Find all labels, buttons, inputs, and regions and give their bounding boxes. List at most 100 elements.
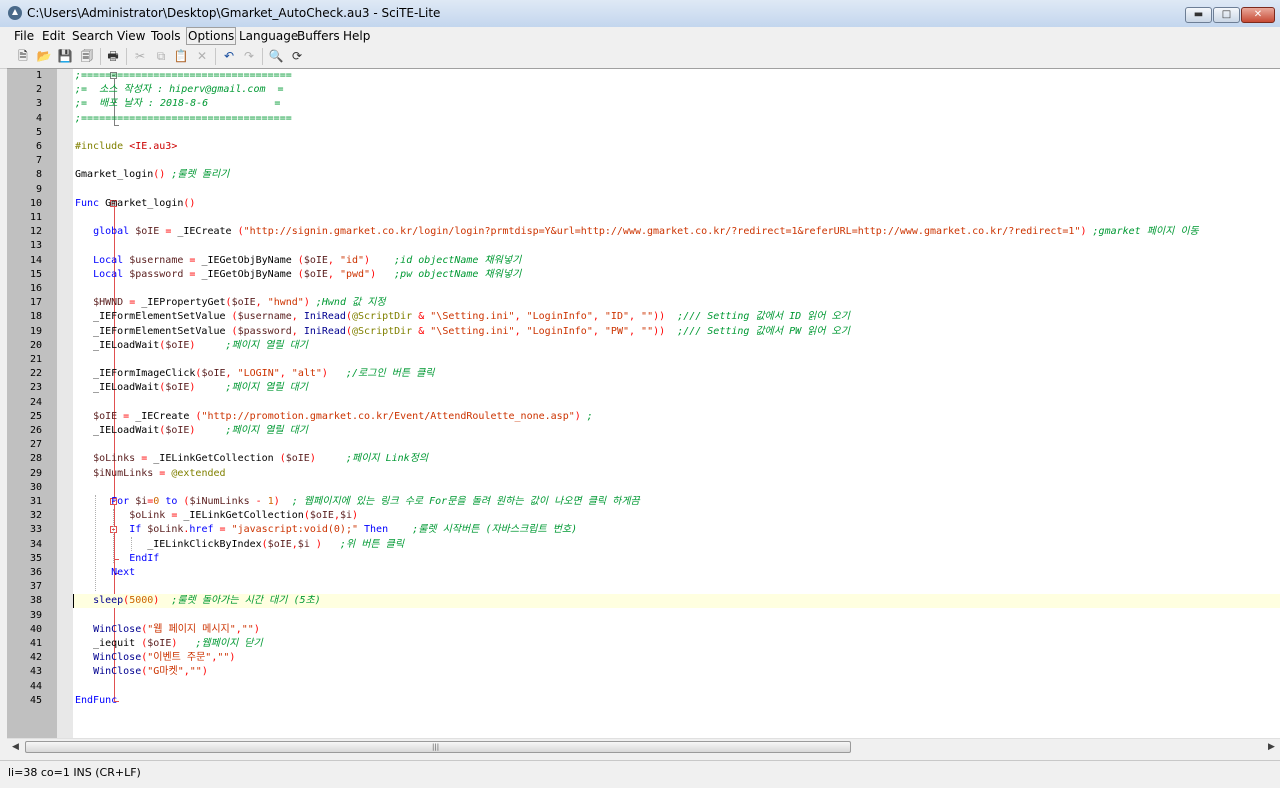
code-line[interactable]: ;=================================== (73, 112, 1280, 126)
code-line[interactable]: Gmarket_login() ;룰렛 돌리기 (73, 168, 1280, 182)
find-icon[interactable]: 🔍 (268, 48, 284, 64)
code-token: "id" (339, 254, 365, 266)
code-line[interactable]: _iequit ($oIE) ;웹페이지 닫기 (73, 637, 1280, 651)
code-token: $oIE (267, 538, 292, 550)
code-line[interactable]: $HWND = _IEPropertyGet($oIE, "hwnd") ;Hw… (73, 296, 1280, 310)
code-line[interactable] (73, 239, 1280, 253)
fold-margin[interactable] (57, 69, 119, 739)
code-line[interactable]: _IEFormElementSetValue ($username, IniRe… (73, 310, 1280, 324)
code-token: $oIE (165, 339, 190, 351)
code-token: ;= 배포 날자 : 2018-8-6 = (75, 98, 281, 110)
code-line[interactable]: Func Gmarket_login() (73, 197, 1280, 211)
line-number-margin[interactable]: 1 2 3 4 5 6 7 8 9 10 11 12 13 14 15 16 17 18 19 20 21 22 23 24 2… (7, 69, 57, 739)
code-token: _IEFormImageClick (75, 368, 196, 380)
print-icon[interactable]: 🖶 (105, 48, 121, 64)
code-token: , (629, 311, 642, 323)
code-line[interactable]: #include <IE.au3> (73, 140, 1280, 154)
code-line[interactable]: $iNumLinks = @extended (73, 467, 1280, 481)
code-line[interactable]: $oIE = _IECreate ("http://promotion.gmar… (73, 410, 1280, 424)
code-line[interactable]: Local $password = _IEGetObjByName ($oIE,… (73, 268, 1280, 282)
delete-icon[interactable]: ✕ (194, 48, 210, 64)
code-line[interactable]: ;= 소스 작성자 : hiperv@gmail.com = (73, 83, 1280, 97)
code-line[interactable] (73, 580, 1280, 594)
code-line[interactable]: $oLink = _IELinkGetCollection($oIE,$i) (73, 509, 1280, 523)
code-text: sleep(5000) ;룰렛 돌아가는 시간 대기 (5초) (75, 594, 321, 608)
code-line[interactable]: EndFunc (73, 694, 1280, 708)
cut-icon[interactable]: ✂ (132, 48, 148, 64)
close-button[interactable]: ✕ (1241, 7, 1275, 23)
minimize-button[interactable]: ▬ (1185, 7, 1212, 23)
code-line[interactable]: _IELoadWait($oIE) ;페이지 열릴 대기 (73, 339, 1280, 353)
code-token: ;=================================== (75, 112, 292, 124)
menu-file[interactable]: File (13, 28, 35, 44)
code-line[interactable] (73, 680, 1280, 694)
code-line[interactable]: WinClose("G마켓","") (73, 665, 1280, 679)
code-line[interactable]: ;=================================== (73, 69, 1280, 83)
code-line[interactable]: Next (73, 566, 1280, 580)
code-line[interactable] (73, 282, 1280, 296)
menu-help[interactable]: Help (342, 28, 371, 44)
code-line[interactable]: For $i=0 to ($iNumLinks - 1) ; 웹페이지에 있는 … (73, 495, 1280, 509)
code-line[interactable]: $oLinks = _IELinkGetCollection ($oIE) ;페… (73, 452, 1280, 466)
menu-buffers[interactable]: Buffers (296, 28, 341, 44)
code-token: "이벤트 주문" (147, 652, 212, 664)
code-line[interactable] (73, 438, 1280, 452)
menu-tools[interactable]: Tools (150, 28, 182, 44)
toolbar-separator (126, 48, 127, 65)
code-line[interactable]: Local $username = _IEGetObjByName ($oIE,… (73, 254, 1280, 268)
code-token: ;페이지 열릴 대기 (225, 382, 309, 394)
menu-edit[interactable]: Edit (41, 28, 66, 44)
current-code-line[interactable]: sleep(5000) ;룰렛 돌아가는 시간 대기 (5초) (73, 594, 1280, 609)
code-line[interactable]: _IELoadWait($oIE) ;페이지 열릴 대기 (73, 424, 1280, 438)
horizontal-scrollbar[interactable]: ◀ ||| ▶ (7, 738, 1280, 756)
code-line[interactable] (73, 154, 1280, 168)
menu-language[interactable]: Language (238, 28, 299, 44)
code-token: Local (93, 268, 130, 280)
code-line[interactable] (73, 481, 1280, 495)
code-line[interactable]: _IEFormElementSetValue ($password, IniRe… (73, 325, 1280, 339)
code-line[interactable] (73, 211, 1280, 225)
save-icon[interactable]: 💾 (57, 48, 73, 64)
maximize-button[interactable]: □ (1213, 7, 1240, 23)
code-token: ) (201, 666, 208, 678)
scroll-right-icon[interactable]: ▶ (1263, 739, 1280, 756)
code-line[interactable] (73, 609, 1280, 623)
code-line[interactable]: ;= 배포 날자 : 2018-8-6 = (73, 97, 1280, 111)
code-line[interactable] (73, 183, 1280, 197)
code-line[interactable]: EndIf (73, 552, 1280, 566)
copy-icon[interactable]: ⧉ (153, 48, 169, 64)
code-token: "" (217, 652, 230, 664)
new-file-icon[interactable]: 🗎 (15, 48, 31, 64)
close-file-icon[interactable]: 🗐 (79, 48, 95, 64)
code-token: <IE.au3> (129, 141, 178, 152)
code-token: $oIE (147, 638, 172, 649)
title-bar[interactable]: C:\Users\Administrator\Desktop\Gmarket_A… (0, 0, 1280, 28)
code-token: ;/// Setting 값에서 ID 읽어 오기 (677, 311, 850, 323)
paste-icon[interactable]: 📋 (173, 48, 189, 64)
scite-window: C:\Users\Administrator\Desktop\Gmarket_A… (0, 0, 1280, 788)
scroll-left-icon[interactable]: ◀ (7, 739, 24, 756)
code-line[interactable]: _IELoadWait($oIE) ;페이지 열릴 대기 (73, 381, 1280, 395)
code-line[interactable]: global $oIE = _IECreate ("http://signin.… (73, 225, 1280, 239)
scroll-thumb[interactable]: ||| (25, 741, 851, 753)
redo-icon[interactable]: ↷ (241, 48, 257, 64)
editor-pane[interactable]: 1 2 3 4 5 6 7 8 9 10 11 12 13 14 15 16 17 18 19 20 21 22 23 24 2… (7, 68, 1280, 739)
scite-app-icon[interactable] (8, 6, 22, 20)
code-line[interactable] (73, 353, 1280, 367)
menu-view[interactable]: View (116, 28, 146, 44)
line-number: 26 (29, 425, 42, 436)
menu-options[interactable]: Options (186, 27, 237, 45)
code-area[interactable]: ;=================================== ;= 소… (73, 69, 1280, 739)
undo-icon[interactable]: ↶ (221, 48, 237, 64)
code-line[interactable]: _IEFormImageClick($oIE, "LOGIN", "alt") … (73, 367, 1280, 381)
code-line[interactable]: WinClose("이벤트 주문","") (73, 651, 1280, 665)
code-line[interactable]: If $oLink.href = "javascript:void(0);" T… (73, 523, 1280, 537)
open-folder-icon[interactable]: 📂 (36, 48, 52, 64)
code-line[interactable]: WinClose("웹 페이지 메시지","") (73, 623, 1280, 637)
code-line[interactable]: _IELinkClickByIndex($oIE,$i ) ;위 버튼 클릭 (73, 538, 1280, 552)
code-line[interactable] (73, 396, 1280, 410)
menu-search[interactable]: Search (71, 28, 114, 44)
code-line[interactable] (73, 126, 1280, 140)
replace-icon[interactable]: ⟳ (289, 48, 305, 64)
